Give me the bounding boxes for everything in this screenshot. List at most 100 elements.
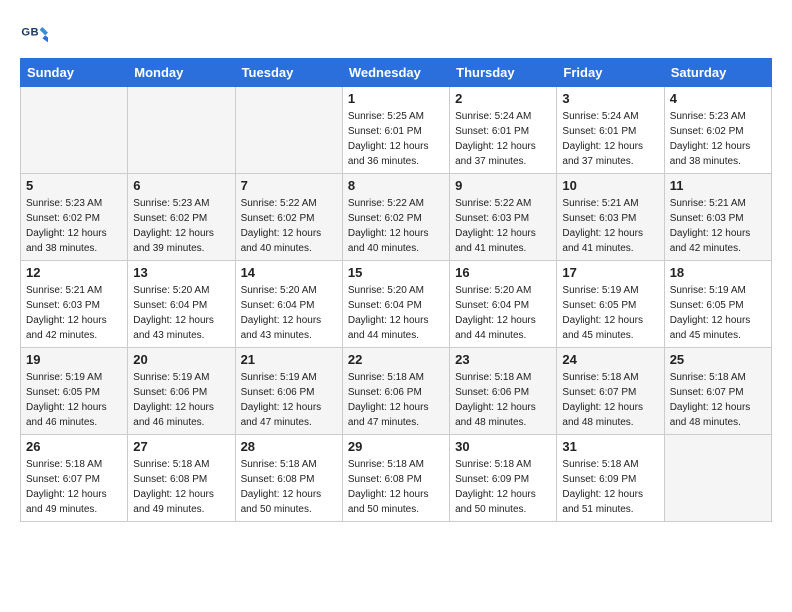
day-info: Sunrise: 5:18 AMSunset: 6:06 PMDaylight:… <box>455 370 551 430</box>
day-info: Sunrise: 5:23 AMSunset: 6:02 PMDaylight:… <box>26 196 122 256</box>
day-number: 11 <box>670 178 766 193</box>
calendar-week-5: 26 Sunrise: 5:18 AMSunset: 6:07 PMDayligh… <box>21 435 772 522</box>
calendar-cell: 8Sunrise: 5:22 AMSunset: 6:02 PMDaylight… <box>342 174 449 261</box>
day-info: Sunrise: 5:18 AMSunset: 6:08 PMDaylight:… <box>133 457 229 517</box>
calendar-cell: 9 Sunrise: 5:22 AMSunset: 6:03 PMDaylight… <box>450 174 557 261</box>
logo-icon: G B <box>20 20 48 48</box>
day-number: 18 <box>670 265 766 280</box>
calendar-cell: 21Sunrise: 5:19 AMSunset: 6:06 PMDayligh… <box>235 348 342 435</box>
day-number: 4 <box>670 91 766 106</box>
calendar-cell: 22Sunrise: 5:18 AMSunset: 6:06 PMDayligh… <box>342 348 449 435</box>
day-number: 24 <box>562 352 658 367</box>
calendar-cell: 23 Sunrise: 5:18 AMSunset: 6:06 PMDayligh… <box>450 348 557 435</box>
calendar-cell: 12Sunrise: 5:21 AMSunset: 6:03 PMDayligh… <box>21 261 128 348</box>
weekday-header-wednesday: Wednesday <box>342 59 449 87</box>
calendar-cell: 18Sunrise: 5:19 AMSunset: 6:05 PMDayligh… <box>664 261 771 348</box>
day-number: 30 <box>455 439 551 454</box>
calendar-cell: 13 Sunrise: 5:20 AMSunset: 6:04 PMDayligh… <box>128 261 235 348</box>
calendar-table: SundayMondayTuesdayWednesdayThursdayFrid… <box>20 58 772 522</box>
day-info: Sunrise: 5:18 AMSunset: 6:09 PMDaylight:… <box>455 457 551 517</box>
calendar-cell <box>21 87 128 174</box>
day-number: 3 <box>562 91 658 106</box>
day-number: 19 <box>26 352 122 367</box>
weekday-header-sunday: Sunday <box>21 59 128 87</box>
day-number: 31 <box>562 439 658 454</box>
calendar-cell: 19 Sunrise: 5:19 AMSunset: 6:05 PMDayligh… <box>21 348 128 435</box>
calendar-cell: 1 Sunrise: 5:25 AMSunset: 6:01 PMDaylight… <box>342 87 449 174</box>
calendar-cell <box>664 435 771 522</box>
calendar-cell: 28Sunrise: 5:18 AMSunset: 6:08 PMDayligh… <box>235 435 342 522</box>
calendar-cell: 20 Sunrise: 5:19 AMSunset: 6:06 PMDayligh… <box>128 348 235 435</box>
weekday-header-thursday: Thursday <box>450 59 557 87</box>
weekday-header-tuesday: Tuesday <box>235 59 342 87</box>
day-info: Sunrise: 5:22 AMSunset: 6:03 PMDaylight:… <box>455 196 551 256</box>
day-number: 26 <box>26 439 122 454</box>
day-info: Sunrise: 5:23 AMSunset: 6:02 PMDaylight:… <box>133 196 229 256</box>
day-info: Sunrise: 5:19 AMSunset: 6:05 PMDaylight:… <box>562 283 658 343</box>
calendar-cell: 11 Sunrise: 5:21 AMSunset: 6:03 PMDayligh… <box>664 174 771 261</box>
day-info: Sunrise: 5:21 AMSunset: 6:03 PMDaylight:… <box>562 196 658 256</box>
svg-text:G: G <box>21 26 30 38</box>
day-info: Sunrise: 5:19 AMSunset: 6:06 PMDaylight:… <box>241 370 337 430</box>
calendar-cell: 24Sunrise: 5:18 AMSunset: 6:07 PMDayligh… <box>557 348 664 435</box>
calendar-cell: 15 Sunrise: 5:20 AMSunset: 6:04 PMDayligh… <box>342 261 449 348</box>
svg-text:B: B <box>31 26 39 38</box>
weekday-header-friday: Friday <box>557 59 664 87</box>
calendar-cell: 3Sunrise: 5:24 AMSunset: 6:01 PMDaylight… <box>557 87 664 174</box>
day-number: 13 <box>133 265 229 280</box>
day-number: 7 <box>241 178 337 193</box>
weekday-header-saturday: Saturday <box>664 59 771 87</box>
day-number: 17 <box>562 265 658 280</box>
weekday-header-monday: Monday <box>128 59 235 87</box>
calendar-cell: 6 Sunrise: 5:23 AMSunset: 6:02 PMDaylight… <box>128 174 235 261</box>
calendar-cell: 26 Sunrise: 5:18 AMSunset: 6:07 PMDayligh… <box>21 435 128 522</box>
calendar-cell: 14Sunrise: 5:20 AMSunset: 6:04 PMDayligh… <box>235 261 342 348</box>
calendar-cell: 7 Sunrise: 5:22 AMSunset: 6:02 PMDaylight… <box>235 174 342 261</box>
day-info: Sunrise: 5:18 AMSunset: 6:06 PMDaylight:… <box>348 370 444 430</box>
calendar-cell: 31 Sunrise: 5:18 AMSunset: 6:09 PMDayligh… <box>557 435 664 522</box>
calendar-cell: 16 Sunrise: 5:20 AMSunset: 6:04 PMDayligh… <box>450 261 557 348</box>
day-number: 6 <box>133 178 229 193</box>
day-info: Sunrise: 5:18 AMSunset: 6:08 PMDaylight:… <box>241 457 337 517</box>
day-info: Sunrise: 5:21 AMSunset: 6:03 PMDaylight:… <box>670 196 766 256</box>
calendar-cell: 29 Sunrise: 5:18 AMSunset: 6:08 PMDayligh… <box>342 435 449 522</box>
day-number: 12 <box>26 265 122 280</box>
day-number: 27 <box>133 439 229 454</box>
day-number: 16 <box>455 265 551 280</box>
day-info: Sunrise: 5:18 AMSunset: 6:09 PMDaylight:… <box>562 457 658 517</box>
calendar-week-3: 12Sunrise: 5:21 AMSunset: 6:03 PMDayligh… <box>21 261 772 348</box>
day-number: 2 <box>455 91 551 106</box>
day-info: Sunrise: 5:24 AMSunset: 6:01 PMDaylight:… <box>455 109 551 169</box>
day-number: 23 <box>455 352 551 367</box>
day-number: 20 <box>133 352 229 367</box>
calendar-week-4: 19 Sunrise: 5:19 AMSunset: 6:05 PMDayligh… <box>21 348 772 435</box>
day-info: Sunrise: 5:20 AMSunset: 6:04 PMDaylight:… <box>455 283 551 343</box>
calendar-cell: 5 Sunrise: 5:23 AMSunset: 6:02 PMDaylight… <box>21 174 128 261</box>
day-number: 5 <box>26 178 122 193</box>
day-info: Sunrise: 5:19 AMSunset: 6:05 PMDaylight:… <box>26 370 122 430</box>
page-header: G B <box>20 20 772 48</box>
calendar-week-1: 1 Sunrise: 5:25 AMSunset: 6:01 PMDaylight… <box>21 87 772 174</box>
calendar-cell <box>235 87 342 174</box>
day-number: 9 <box>455 178 551 193</box>
calendar-cell: 4 Sunrise: 5:23 AMSunset: 6:02 PMDaylight… <box>664 87 771 174</box>
day-info: Sunrise: 5:18 AMSunset: 6:07 PMDaylight:… <box>26 457 122 517</box>
day-info: Sunrise: 5:20 AMSunset: 6:04 PMDaylight:… <box>241 283 337 343</box>
day-number: 10 <box>562 178 658 193</box>
day-number: 29 <box>348 439 444 454</box>
day-info: Sunrise: 5:18 AMSunset: 6:07 PMDaylight:… <box>670 370 766 430</box>
day-info: Sunrise: 5:18 AMSunset: 6:08 PMDaylight:… <box>348 457 444 517</box>
day-number: 15 <box>348 265 444 280</box>
day-number: 25 <box>670 352 766 367</box>
calendar-cell: 30 Sunrise: 5:18 AMSunset: 6:09 PMDayligh… <box>450 435 557 522</box>
day-info: Sunrise: 5:20 AMSunset: 6:04 PMDaylight:… <box>348 283 444 343</box>
day-info: Sunrise: 5:22 AMSunset: 6:02 PMDaylight:… <box>241 196 337 256</box>
day-info: Sunrise: 5:25 AMSunset: 6:01 PMDaylight:… <box>348 109 444 169</box>
day-info: Sunrise: 5:23 AMSunset: 6:02 PMDaylight:… <box>670 109 766 169</box>
day-info: Sunrise: 5:19 AMSunset: 6:06 PMDaylight:… <box>133 370 229 430</box>
calendar-cell: 27 Sunrise: 5:18 AMSunset: 6:08 PMDayligh… <box>128 435 235 522</box>
day-number: 1 <box>348 91 444 106</box>
calendar-cell: 10 Sunrise: 5:21 AMSunset: 6:03 PMDayligh… <box>557 174 664 261</box>
day-info: Sunrise: 5:20 AMSunset: 6:04 PMDaylight:… <box>133 283 229 343</box>
day-number: 8 <box>348 178 444 193</box>
